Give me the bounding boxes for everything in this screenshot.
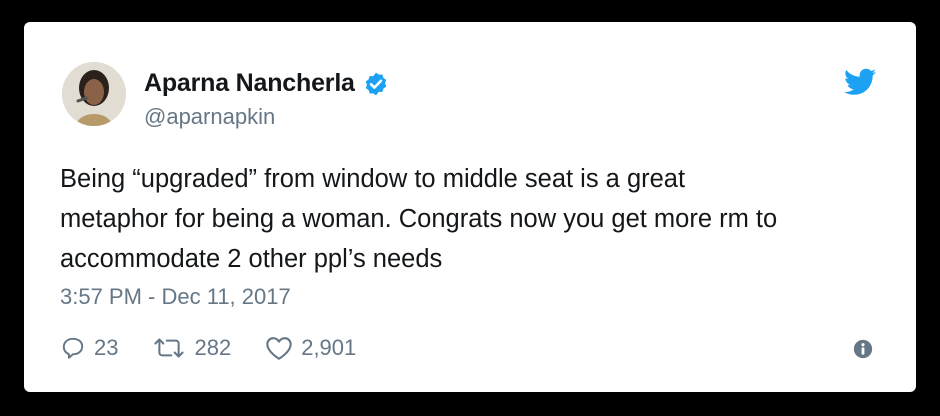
twitter-bird-icon[interactable] xyxy=(844,68,876,96)
author-name[interactable]: Aparna Nancherla xyxy=(144,69,355,98)
avatar[interactable] xyxy=(62,62,126,126)
reply-icon xyxy=(62,337,84,359)
retweet-count: 282 xyxy=(194,335,232,360)
author-handle[interactable]: @aparnapkin xyxy=(144,104,275,130)
reply-button[interactable]: 23 xyxy=(60,335,118,361)
heart-icon xyxy=(266,337,292,360)
verified-badge-icon xyxy=(365,72,386,95)
tweet-timestamp[interactable]: 3:57 PM - Dec 11, 2017 xyxy=(60,284,291,310)
reply-count: 23 xyxy=(94,335,119,360)
like-count: 2,901 xyxy=(301,335,357,360)
tweet-text: Being “upgraded” from window to middle s… xyxy=(60,165,778,273)
avatar-image xyxy=(62,62,126,126)
tweet-actions: 23 282 2,901 xyxy=(60,333,390,363)
retweet-button[interactable]: 282 xyxy=(152,335,231,361)
info-icon[interactable] xyxy=(852,338,874,360)
tweet-card: Aparna Nancherla @aparnapkin Being “upgr… xyxy=(24,22,916,392)
retweet-icon xyxy=(154,338,185,358)
author-name-row: Aparna Nancherla xyxy=(144,69,389,98)
like-button[interactable]: 2,901 xyxy=(265,335,356,361)
